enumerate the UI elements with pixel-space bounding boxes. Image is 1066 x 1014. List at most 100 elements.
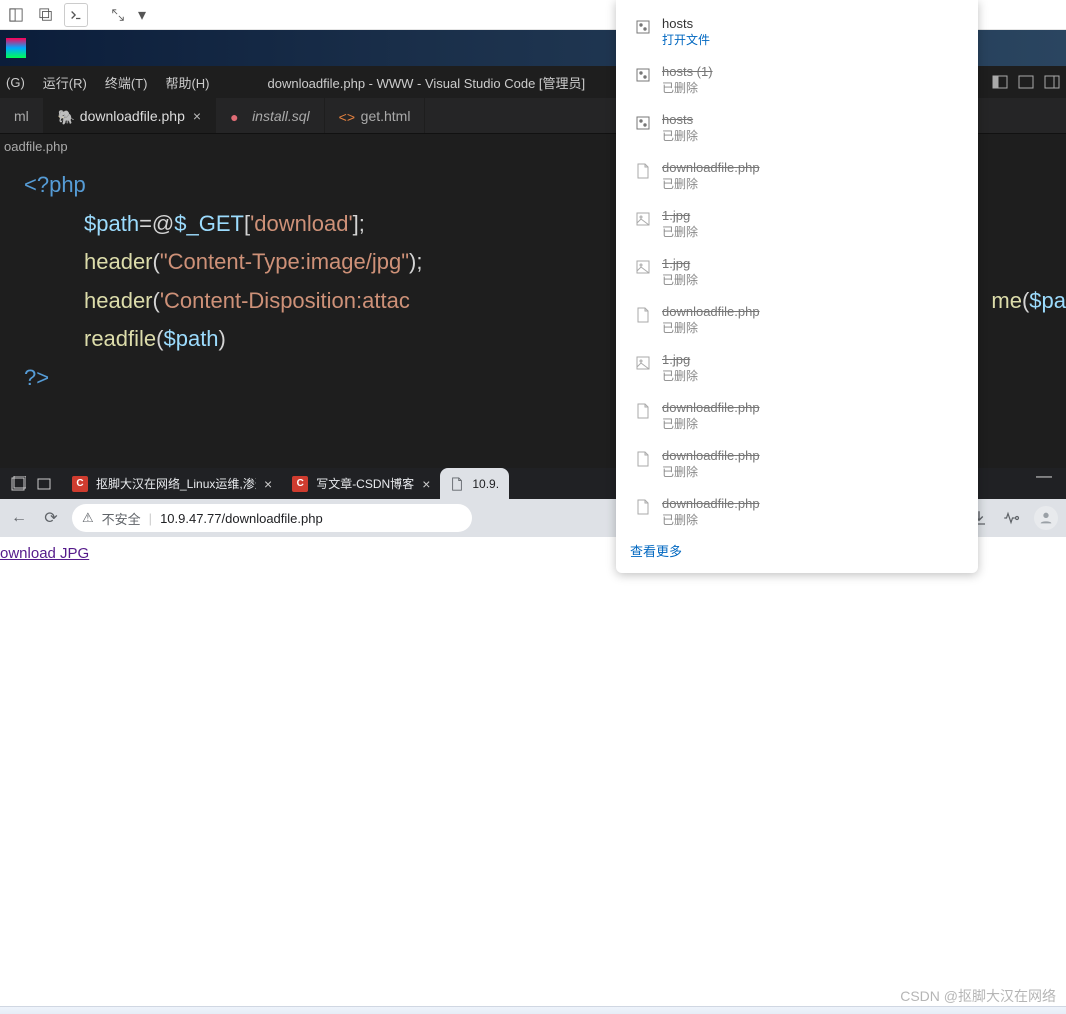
browser-tab-2[interactable]: C 写文章-CSDN博客 ×: [282, 468, 440, 499]
code-token: <?php: [24, 172, 86, 197]
browser-tab-3[interactable]: 10.9.: [440, 468, 509, 499]
reload-button[interactable]: ⟳: [40, 507, 62, 529]
tab-label: downloadfile.php: [80, 108, 185, 124]
close-icon[interactable]: ×: [422, 476, 430, 492]
download-status: 已删除: [662, 127, 698, 144]
download-item[interactable]: 1.jpg 已删除: [630, 250, 972, 298]
file-icon: [634, 402, 652, 420]
browser-tab-1[interactable]: C 抠脚大汉在网络_Linux运维,渗透 ×: [62, 468, 282, 499]
code-token: 'download': [250, 211, 353, 236]
layout-right-icon[interactable]: [1044, 74, 1060, 90]
download-link[interactable]: ownload JPG: [0, 545, 89, 562]
code-token: header: [84, 288, 153, 313]
open-file-link[interactable]: 打开文件: [662, 33, 710, 47]
tab-label: ml: [14, 108, 29, 124]
downloads-list[interactable]: hosts 打开文件 hosts (1) 已删除 hosts 已删除 downl…: [616, 0, 978, 533]
page-content: ownload JPG: [0, 537, 1066, 947]
php-file-icon: 🐘: [58, 109, 72, 123]
download-item[interactable]: hosts (1) 已删除: [630, 58, 972, 106]
download-item[interactable]: hosts 打开文件: [630, 10, 972, 58]
file-icon: [634, 258, 652, 276]
menu-run[interactable]: 运行(R): [43, 73, 87, 92]
winrar-icon: [6, 38, 26, 58]
download-name: downloadfile.php: [662, 160, 760, 175]
download-name: downloadfile.php: [662, 496, 760, 511]
file-icon: [634, 498, 652, 516]
download-name: 1.jpg: [662, 208, 698, 223]
minimize-icon[interactable]: —: [1022, 468, 1066, 499]
code-token: (: [153, 288, 160, 313]
tab-install-sql[interactable]: ● install.sql: [216, 98, 325, 133]
download-item[interactable]: 1.jpg 已删除: [630, 346, 972, 394]
chevron-down-icon[interactable]: ▾: [136, 3, 148, 27]
code-token: me: [991, 288, 1022, 313]
window-title: downloadfile.php - WWW - Visual Studio C…: [267, 73, 585, 92]
url-input[interactable]: ⚠ 不安全 | 10.9.47.77/downloadfile.php: [72, 504, 472, 532]
download-item[interactable]: 1.jpg 已删除: [630, 202, 972, 250]
window-icon[interactable]: [36, 476, 52, 492]
insecure-label: 不安全: [102, 509, 141, 528]
close-icon[interactable]: ×: [264, 476, 272, 492]
code-token: $path: [84, 211, 139, 236]
download-status: 已删除: [662, 79, 713, 96]
tab-ml[interactable]: ml: [0, 98, 44, 133]
sql-file-icon: ●: [230, 109, 244, 123]
panel-split-left-icon[interactable]: [4, 3, 28, 27]
tab-label: get.html: [361, 108, 411, 124]
download-status: 打开文件: [662, 31, 710, 48]
csdn-favicon: C: [72, 476, 88, 492]
menu-go[interactable]: (G): [6, 75, 25, 90]
expand-icon[interactable]: [106, 3, 130, 27]
tab-get-html[interactable]: <> get.html: [325, 98, 426, 133]
code-token: 'Content-Disposition:attac: [160, 288, 410, 313]
download-item[interactable]: hosts 已删除: [630, 106, 972, 154]
layout-bottom-icon[interactable]: [1018, 74, 1034, 90]
profile-avatar[interactable]: [1034, 506, 1058, 530]
windows-taskbar: [0, 1006, 1066, 1014]
tab-downloadfile[interactable]: 🐘 downloadfile.php ×: [44, 98, 216, 133]
downloads-more: 查看更多: [616, 533, 978, 573]
download-name: downloadfile.php: [662, 304, 760, 319]
performance-icon[interactable]: [1002, 509, 1020, 527]
panel-copy-icon[interactable]: [34, 3, 58, 27]
download-name: hosts (1): [662, 64, 713, 79]
insecure-icon: ⚠: [82, 510, 94, 526]
page-favicon: [450, 477, 464, 491]
code-token: ): [219, 326, 226, 351]
code-token: ?>: [24, 365, 49, 390]
download-item[interactable]: downloadfile.php 已删除: [630, 490, 972, 533]
terminal-icon[interactable]: [64, 3, 88, 27]
download-status: 已删除: [662, 175, 760, 192]
file-icon: [634, 210, 652, 228]
download-status: 已删除: [662, 367, 698, 384]
downloads-panel: hosts 打开文件 hosts (1) 已删除 hosts 已删除 downl…: [616, 0, 978, 573]
download-status: 已删除: [662, 319, 760, 336]
code-token: $_GET: [174, 211, 244, 236]
download-status: 已删除: [662, 511, 760, 528]
download-item[interactable]: downloadfile.php 已删除: [630, 442, 972, 490]
download-status: 已删除: [662, 271, 698, 288]
download-item[interactable]: downloadfile.php 已删除: [630, 298, 972, 346]
code-token: =@: [139, 211, 174, 236]
menu-help[interactable]: 帮助(H): [165, 73, 209, 92]
see-more-link[interactable]: 查看更多: [630, 544, 682, 559]
file-icon: [634, 162, 652, 180]
file-icon: [634, 450, 652, 468]
download-name: downloadfile.php: [662, 448, 760, 463]
code-token: (: [153, 249, 160, 274]
tab-overview-icon[interactable]: [10, 476, 26, 492]
download-item[interactable]: downloadfile.php 已删除: [630, 154, 972, 202]
code-token: );: [409, 249, 422, 274]
watermark: CSDN @抠脚大汉在网络: [900, 986, 1056, 1006]
close-icon[interactable]: ×: [193, 108, 201, 124]
download-name: 1.jpg: [662, 352, 698, 367]
tab-label: 10.9.: [472, 477, 499, 491]
download-item[interactable]: downloadfile.php 已删除: [630, 394, 972, 442]
download-status: 已删除: [662, 463, 760, 480]
layout-left-icon[interactable]: [992, 74, 1008, 90]
file-icon: [634, 306, 652, 324]
menu-terminal[interactable]: 终端(T): [105, 73, 148, 92]
back-button[interactable]: ←: [8, 507, 30, 529]
code-token: header: [84, 249, 153, 274]
download-status: 已删除: [662, 415, 760, 432]
